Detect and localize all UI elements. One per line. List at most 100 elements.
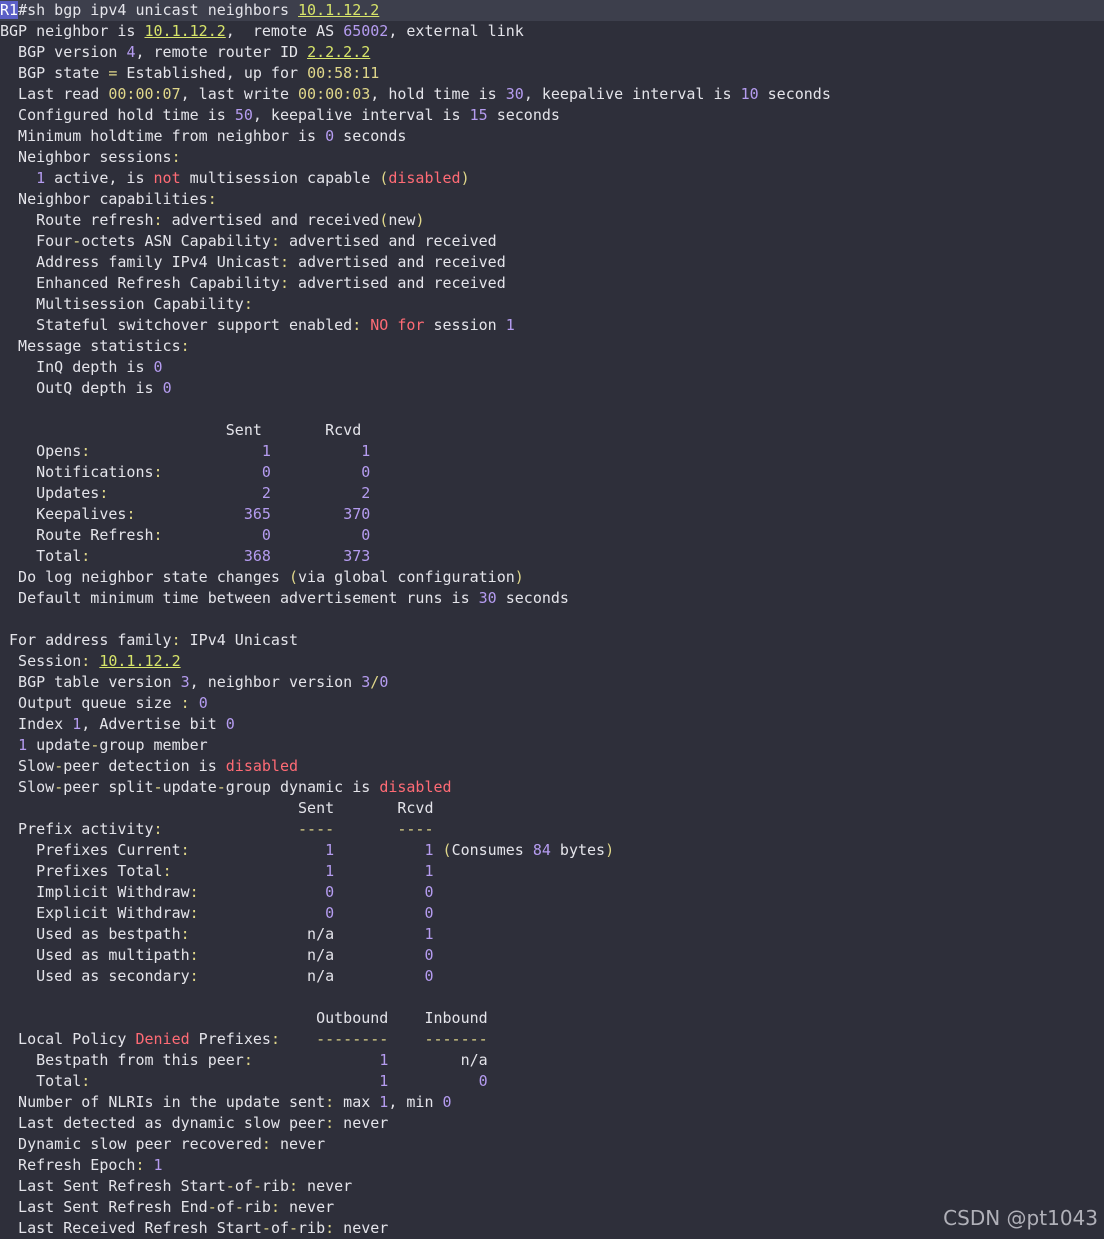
terminal-token: n/a <box>198 967 425 985</box>
terminal-token: : <box>325 1114 335 1132</box>
terminal-token: 50 <box>234 106 253 124</box>
terminal-line: Output queue size : 0 <box>0 693 208 714</box>
terminal-token: never <box>270 1135 326 1153</box>
terminal-token: of <box>216 1198 235 1216</box>
terminal-token: for <box>397 316 425 334</box>
terminal-line: Address family IPv4 Unicast: advertised … <box>0 252 506 273</box>
terminal-token: advertised and received <box>289 274 506 292</box>
terminal-token: 0 <box>225 715 235 733</box>
terminal-line: 1 active, is not multisession capable (d… <box>0 168 470 189</box>
terminal-token: 1 <box>261 442 271 460</box>
terminal-token: new <box>388 211 416 229</box>
terminal-token: 1 <box>325 841 335 859</box>
terminal-token: , last write <box>180 85 299 103</box>
terminal-token: session <box>424 316 506 334</box>
terminal-line: Local Policy Denied Prefixes: -------- -… <box>0 1029 488 1050</box>
terminal-token: octets ASN Capability <box>81 232 271 250</box>
terminal-token: Configured hold time is <box>0 106 235 124</box>
terminal-token: 10 <box>740 85 759 103</box>
terminal-token: 10.1.12.2 <box>99 652 181 670</box>
terminal-token: via global configuration <box>298 568 515 586</box>
terminal-token: BGP version <box>0 43 127 61</box>
terminal-token: seconds <box>496 589 569 607</box>
terminal-token: , neighbor version <box>189 673 362 691</box>
terminal-token: Route refresh <box>0 211 154 229</box>
terminal-token: 373 <box>343 547 371 565</box>
terminal-token: Used as multipath <box>0 946 190 964</box>
terminal-token: BGP neighbor is <box>0 22 145 40</box>
terminal-token: Dynamic slow peer recovered <box>0 1135 262 1153</box>
terminal-token: , remote router ID <box>135 43 308 61</box>
terminal-token: : <box>207 190 217 208</box>
terminal-token: never <box>279 1198 335 1216</box>
terminal-token: 0 <box>162 379 172 397</box>
terminal-token: 0 <box>325 127 335 145</box>
terminal-token: update <box>27 736 91 754</box>
prompt-hostname: R1 <box>0 1 19 19</box>
terminal-token: never <box>334 1219 389 1237</box>
terminal-token: 0 <box>153 358 163 376</box>
terminal-token: disabled <box>388 169 461 187</box>
terminal-token: Updates <box>0 484 100 502</box>
terminal-line: BGP state = Established, up for 00:58:11 <box>0 63 379 84</box>
terminal-token: 84 <box>532 841 551 859</box>
terminal-token: ) <box>460 169 470 187</box>
terminal-line: Sent Rcvd <box>0 420 361 441</box>
terminal-token: 0 <box>361 463 371 481</box>
terminal-token: Explicit Withdraw <box>0 904 190 922</box>
terminal-token: 15 <box>469 106 488 124</box>
terminal-token: : <box>325 1219 335 1237</box>
terminal-line: Total: 1 0 <box>0 1071 488 1092</box>
terminal-line: Outbound Inbound <box>0 1008 488 1029</box>
terminal-token: 370 <box>343 505 371 523</box>
terminal-token: seconds <box>758 85 831 103</box>
terminal-token: 10.1.12.2 <box>144 22 226 40</box>
terminal-token: Last Sent Refresh End <box>0 1198 208 1216</box>
terminal-token: Stateful switchover support enabled <box>0 316 353 334</box>
terminal-token: Enhanced Refresh Capability <box>0 274 280 292</box>
terminal-token: Neighbor sessions <box>0 148 172 166</box>
terminal-token: Last detected as dynamic slow peer <box>0 1114 326 1132</box>
terminal-line: BGP neighbor is 10.1.12.2, remote AS 650… <box>0 21 524 42</box>
terminal-token: ( <box>442 841 452 859</box>
terminal-token: : <box>270 232 280 250</box>
terminal-token: Prefixes Current <box>0 841 181 859</box>
terminal-token: 3 <box>180 673 190 691</box>
terminal-line: Total: 368 373 <box>0 546 370 567</box>
terminal-line: Four-octets ASN Capability: advertised a… <box>0 231 497 252</box>
terminal-token: disabled <box>379 778 452 796</box>
terminal-token: 0 <box>198 694 208 712</box>
terminal-token: Message statistics <box>0 337 181 355</box>
terminal-line: Used as multipath: n/a 0 <box>0 945 433 966</box>
terminal-token: IPv4 Unicast <box>180 631 299 649</box>
terminal-token: Denied <box>135 1030 190 1048</box>
terminal-token: Session <box>0 652 82 670</box>
terminal-token: - <box>72 232 82 250</box>
terminal-token: 0 <box>261 463 271 481</box>
terminal-token: : <box>135 1156 145 1174</box>
terminal-token: InQ depth is <box>0 358 154 376</box>
terminal-token: - <box>54 778 64 796</box>
terminal-window[interactable]: R1#sh bgp ipv4 unicast neighbors 10.1.12… <box>0 0 1104 1238</box>
terminal-token: Bestpath from this peer <box>0 1051 244 1069</box>
terminal-token: 0 <box>424 904 434 922</box>
terminal-token: : <box>180 337 190 355</box>
terminal-line: BGP table version 3, neighbor version 3/… <box>0 672 388 693</box>
terminal-token: Slow <box>0 778 55 796</box>
terminal-token: : <box>153 463 163 481</box>
command-text: #sh bgp ipv4 unicast neighbors <box>18 1 299 19</box>
terminal-token: advertised and received <box>289 253 506 271</box>
terminal-token: ( <box>379 211 389 229</box>
terminal-token: : <box>81 547 91 565</box>
